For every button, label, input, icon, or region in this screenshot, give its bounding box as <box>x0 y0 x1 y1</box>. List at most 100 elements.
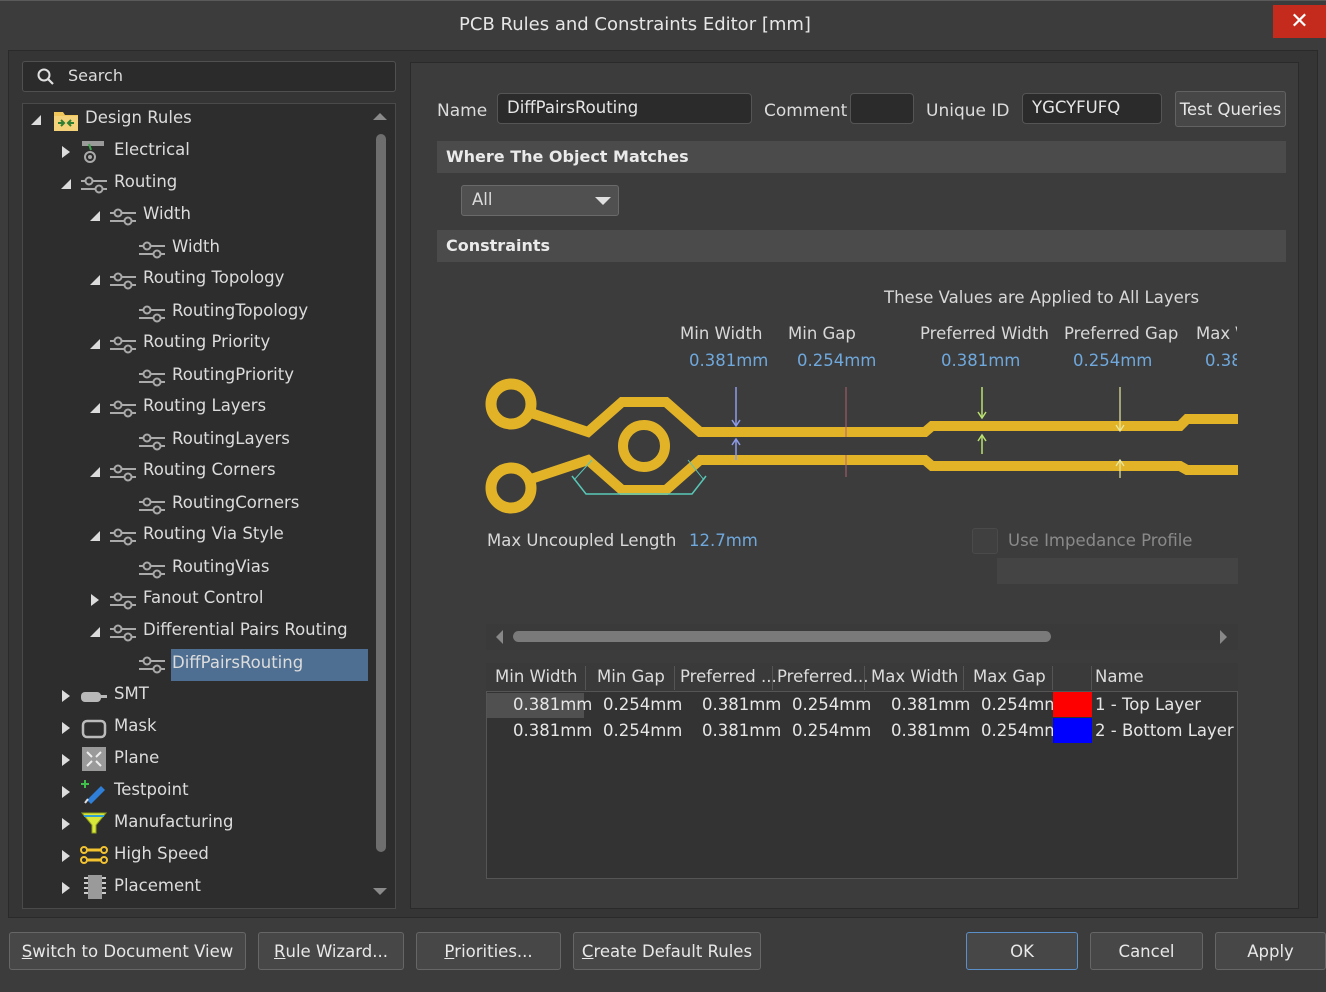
tree-item-high-speed[interactable]: High Speed <box>114 844 209 863</box>
tree-item-width-group[interactable]: Width <box>143 204 191 223</box>
max-uncoupled-length-value[interactable]: 12.7mm <box>689 531 758 550</box>
collapse-arrow-icon[interactable] <box>88 209 102 223</box>
unique-id-field[interactable]: YGCYFUFQ <box>1022 93 1162 124</box>
impedance-profile-select[interactable] <box>997 558 1238 584</box>
min-gap-value[interactable]: 0.254mm <box>797 351 876 370</box>
name-field[interactable]: DiffPairsRouting <box>497 93 752 124</box>
switch-to-document-view-button[interactable]: Switch to Document View <box>9 932 246 970</box>
grid-header-max-gap[interactable]: Max Gap <box>973 667 1046 686</box>
tree-item-routing-topology-group[interactable]: Routing Topology <box>143 268 284 287</box>
expand-arrow-icon[interactable] <box>59 721 73 735</box>
comment-field[interactable] <box>850 93 914 124</box>
grid-cell[interactable]: 0.381mm <box>513 695 592 714</box>
grid-cell[interactable]: 0.254mm <box>603 695 682 714</box>
tree-item-placement[interactable]: Placement <box>114 876 201 895</box>
collapse-arrow-icon[interactable] <box>88 465 102 479</box>
tree-item-plane[interactable]: Plane <box>114 748 159 767</box>
expand-arrow-icon[interactable] <box>59 753 73 767</box>
grid-header-min-width[interactable]: Min Width <box>495 667 577 686</box>
expand-arrow-icon[interactable] <box>59 849 73 863</box>
grid-cell[interactable]: 0.381mm <box>513 721 592 740</box>
tree-item-width-rule[interactable]: Width <box>172 237 220 256</box>
grid-cell-layer-name[interactable]: 1 - Top Layer <box>1095 695 1201 714</box>
preferred-gap-value[interactable]: 0.254mm <box>1073 351 1152 370</box>
placement-icon <box>84 875 106 899</box>
tree-item-testpoint[interactable]: Testpoint <box>114 780 189 799</box>
collapse-arrow-icon[interactable] <box>88 273 102 287</box>
grid-cell[interactable]: 0.381mm <box>702 695 781 714</box>
grid-cell[interactable]: 0.254mm <box>792 721 871 740</box>
tree-item-routing-corners-rule[interactable]: RoutingCorners <box>172 493 299 512</box>
grid-cell[interactable]: 0.254mm <box>981 695 1060 714</box>
layer-color-swatch-bottom[interactable] <box>1053 718 1092 743</box>
collapse-arrow-icon[interactable] <box>88 401 102 415</box>
preferred-width-value[interactable]: 0.381mm <box>941 351 1020 370</box>
tree-item-routing-topology-rule[interactable]: RoutingTopology <box>172 301 308 320</box>
test-queries-button[interactable]: Test Queries <box>1175 91 1286 127</box>
diff-pair-traces <box>485 378 1238 514</box>
close-button[interactable]: ✕ <box>1273 5 1326 38</box>
tree-item-routing-vias-rule[interactable]: RoutingVias <box>172 557 269 576</box>
expand-arrow-icon[interactable] <box>59 881 73 895</box>
grid-header-preferred-width[interactable]: Preferred ... <box>680 667 777 686</box>
scroll-left-icon[interactable] <box>496 630 503 644</box>
tree-item-routing-layers-group[interactable]: Routing Layers <box>143 396 266 415</box>
grid-cell[interactable]: 0.381mm <box>891 721 970 740</box>
tree-item-routing-priority-rule[interactable]: RoutingPriority <box>172 365 294 384</box>
expand-arrow-icon[interactable] <box>88 593 102 607</box>
button-label: witch to Document View <box>32 941 234 961</box>
rule-group-icon <box>110 272 136 290</box>
layer-color-swatch-top[interactable] <box>1053 692 1092 717</box>
apply-button[interactable]: Apply <box>1215 932 1326 970</box>
tree-item-routing-layers-rule[interactable]: RoutingLayers <box>172 429 290 448</box>
grid-header-name[interactable]: Name <box>1095 667 1144 686</box>
priorities-button[interactable]: Priorities... <box>416 932 561 970</box>
collapse-arrow-icon[interactable] <box>88 337 102 351</box>
grid-cell-layer-name[interactable]: 2 - Bottom Layer <box>1095 721 1234 740</box>
where-section-header: Where The Object Matches <box>437 141 1286 173</box>
expand-arrow-icon[interactable] <box>59 817 73 831</box>
tree-item-mask[interactable]: Mask <box>114 716 157 735</box>
grid-cell[interactable]: 0.381mm <box>702 721 781 740</box>
tree-item-diffpairsrouting-selected[interactable]: DiffPairsRouting <box>172 653 303 672</box>
tree-item-routing[interactable]: Routing <box>114 172 177 191</box>
grid-header-preferred-gap[interactable]: Preferred... <box>777 667 868 686</box>
tree-item-routing-via-style-group[interactable]: Routing Via Style <box>143 524 284 543</box>
min-width-value[interactable]: 0.381mm <box>689 351 768 370</box>
tree-item-routing-priority-group[interactable]: Routing Priority <box>143 332 270 351</box>
tree-item-fanout-control[interactable]: Fanout Control <box>143 588 263 607</box>
tree-item-differential-pairs-routing[interactable]: Differential Pairs Routing <box>143 620 348 639</box>
rule-wizard-button[interactable]: Rule Wizard... <box>258 932 404 970</box>
rule-group-icon <box>110 208 136 226</box>
expand-arrow-icon[interactable] <box>59 785 73 799</box>
grid-header-separator <box>1052 666 1053 690</box>
grid-header-min-gap[interactable]: Min Gap <box>597 667 665 686</box>
tree-item-electrical[interactable]: Electrical <box>114 140 190 159</box>
collapse-arrow-icon[interactable] <box>88 625 102 639</box>
cancel-button[interactable]: Cancel <box>1090 932 1203 970</box>
grid-header-max-width[interactable]: Max Width <box>871 667 958 686</box>
ok-button[interactable]: OK <box>966 932 1078 970</box>
constraints-section-header: Constraints <box>437 230 1286 262</box>
button-label: reate Default Rules <box>593 941 753 961</box>
collapse-arrow-icon[interactable] <box>29 113 43 127</box>
tree-item-smt[interactable]: SMT <box>114 684 149 703</box>
grid-cell[interactable]: 0.381mm <box>891 695 970 714</box>
grid-cell[interactable]: 0.254mm <box>981 721 1060 740</box>
tree-root-design-rules[interactable]: Design Rules <box>85 108 192 127</box>
horizontal-scrollbar-thumb[interactable] <box>513 631 1051 642</box>
use-impedance-profile-checkbox[interactable] <box>972 528 998 554</box>
expand-arrow-icon[interactable] <box>59 145 73 159</box>
tree-item-manufacturing[interactable]: Manufacturing <box>114 812 233 831</box>
grid-cell[interactable]: 0.254mm <box>603 721 682 740</box>
tree-scrollbar-thumb[interactable] <box>376 134 386 852</box>
tree-item-routing-corners-group[interactable]: Routing Corners <box>143 460 276 479</box>
collapse-arrow-icon[interactable] <box>59 177 73 191</box>
scroll-down-icon[interactable] <box>373 888 387 895</box>
scroll-right-icon[interactable] <box>1220 630 1227 644</box>
collapse-arrow-icon[interactable] <box>88 529 102 543</box>
grid-cell[interactable]: 0.254mm <box>792 695 871 714</box>
expand-arrow-icon[interactable] <box>59 689 73 703</box>
create-default-rules-button[interactable]: Create Default Rules <box>573 932 761 970</box>
scroll-up-icon[interactable] <box>373 113 387 120</box>
